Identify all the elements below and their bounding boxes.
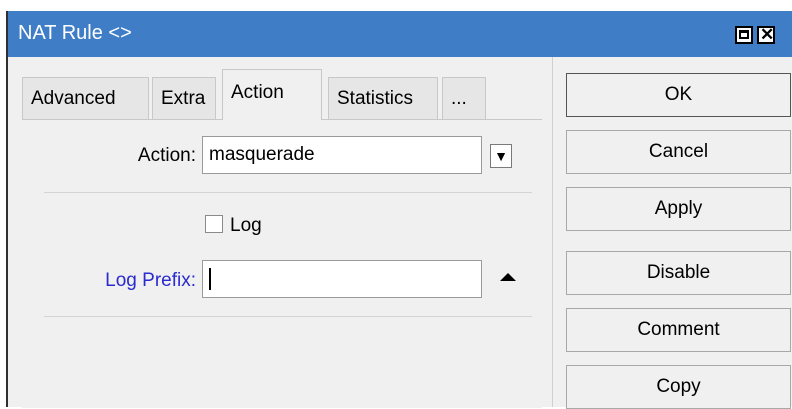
separator (44, 192, 532, 193)
maximize-icon[interactable] (735, 26, 753, 44)
log-label: Log (230, 215, 262, 236)
log-checkbox[interactable] (205, 215, 223, 233)
cancel-button[interactable]: Cancel (566, 130, 791, 174)
action-label: Action: (137, 145, 196, 166)
separator (44, 316, 532, 317)
tab-statistics[interactable]: Statistics (328, 77, 438, 119)
tab-panel-action: Action: masquerade ▼ Log Log Prefix: (22, 119, 542, 408)
nat-rule-window: NAT Rule <> ✕ Advanced Extra Action Stat… (6, 11, 792, 409)
close-icon[interactable]: ✕ (757, 25, 775, 44)
ok-button[interactable]: OK (566, 73, 791, 117)
action-value: masquerade (209, 144, 315, 165)
text-cursor (209, 267, 211, 290)
panel-divider (552, 57, 553, 407)
log-prefix-label: Log Prefix: (105, 270, 196, 291)
disable-button[interactable]: Disable (566, 251, 791, 295)
window-title: NAT Rule <> (18, 22, 132, 44)
tab-strip: Advanced Extra Action Statistics ... (22, 69, 542, 120)
apply-button[interactable]: Apply (566, 187, 791, 231)
copy-button[interactable]: Copy (566, 365, 791, 409)
tab-more[interactable]: ... (442, 77, 486, 119)
comment-button[interactable]: Comment (566, 308, 791, 352)
tab-action[interactable]: Action (222, 69, 322, 120)
title-bar[interactable]: NAT Rule <> ✕ (8, 11, 792, 57)
tab-extra[interactable]: Extra (152, 77, 216, 119)
action-select[interactable]: masquerade (202, 136, 482, 174)
tab-advanced[interactable]: Advanced (22, 77, 149, 119)
log-prefix-input[interactable] (202, 260, 482, 298)
dropdown-arrow-icon[interactable]: ▼ (490, 144, 512, 168)
collapse-up-icon[interactable] (500, 273, 516, 281)
